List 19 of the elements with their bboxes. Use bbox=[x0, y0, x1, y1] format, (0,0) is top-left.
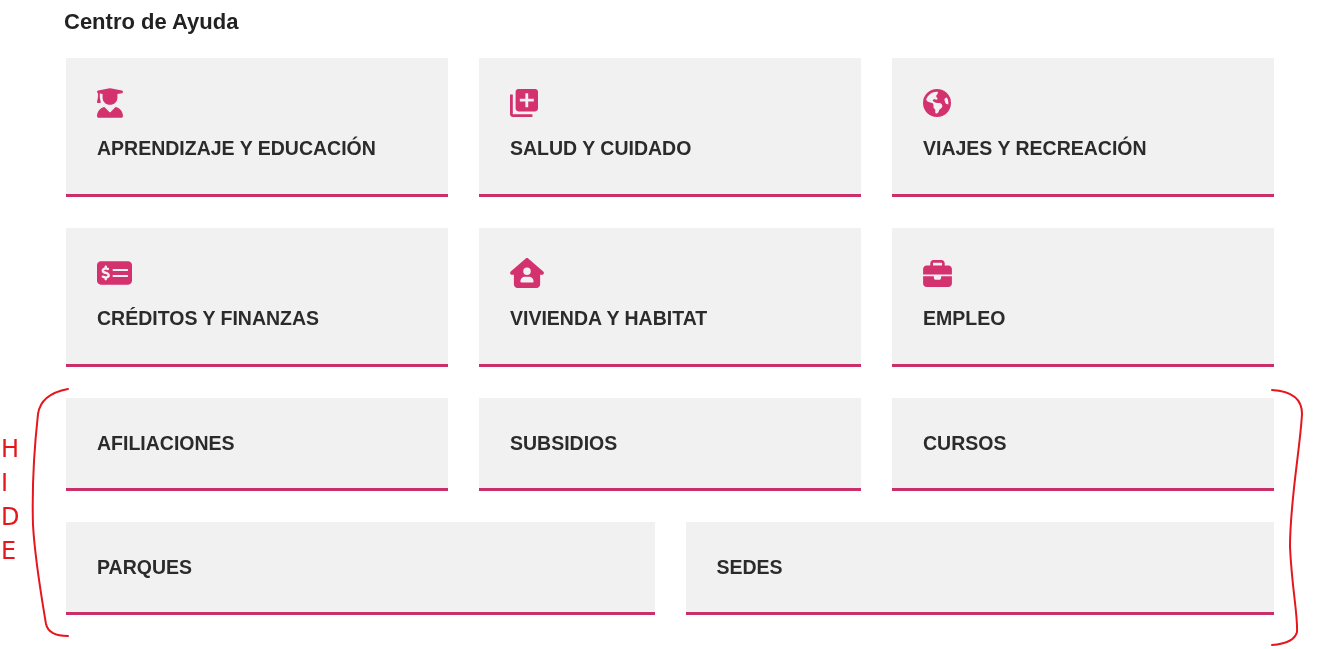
category-tile[interactable]: CRÉDITOS Y FINANZAS bbox=[66, 228, 448, 367]
category-tile[interactable]: AFILIACIONES bbox=[66, 398, 448, 491]
page-heading: Centro de Ayuda bbox=[64, 9, 239, 35]
category-tile[interactable]: VIVIENDA Y HABITAT bbox=[479, 228, 861, 367]
category-tile[interactable]: PARQUES bbox=[66, 522, 655, 615]
category-tile[interactable]: EMPLEO bbox=[892, 228, 1274, 367]
globe-icon bbox=[923, 89, 951, 117]
category-tile[interactable]: SUBSIDIOS bbox=[479, 398, 861, 491]
category-tile[interactable]: APRENDIZAJE Y EDUCACIÓN bbox=[66, 58, 448, 197]
category-tile[interactable]: VIAJES Y RECREACIÓN bbox=[892, 58, 1274, 197]
stacked-plus-icon bbox=[510, 89, 538, 117]
handwritten-note: HIDE bbox=[1, 434, 21, 567]
house-user-icon bbox=[510, 258, 544, 288]
category-tile[interactable]: SALUD Y CUIDADO bbox=[479, 58, 861, 197]
graduate-icon bbox=[97, 88, 123, 118]
money-check-icon bbox=[97, 261, 132, 285]
category-tile[interactable]: SEDES bbox=[685, 522, 1274, 615]
briefcase-icon bbox=[923, 259, 952, 287]
category-tile[interactable]: CURSOS bbox=[892, 398, 1274, 491]
